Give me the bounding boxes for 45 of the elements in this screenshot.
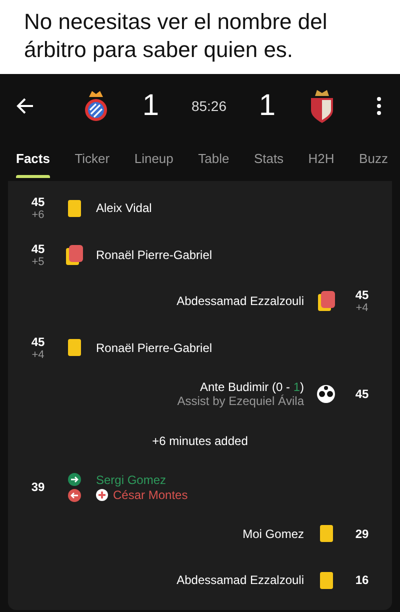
home-score: 1	[142, 89, 160, 123]
striped-crest-icon	[82, 88, 110, 124]
booking-card-icon	[68, 200, 80, 217]
booking-card-icon	[320, 525, 332, 542]
tab[interactable]: Facts	[16, 138, 50, 178]
player-in: Sergi Gomez	[96, 472, 168, 487]
match-clock: 85:26	[191, 98, 227, 114]
meme-caption: No necesitas ver el nombre del árbitro para saber quien es.	[0, 0, 400, 74]
player-out: César Montes	[113, 488, 188, 502]
event-minute: 45	[31, 334, 45, 349]
more-menu-icon[interactable]	[376, 96, 382, 116]
event-minute: 39	[31, 480, 45, 494]
player-name: Abdessamad Ezzalzouli	[176, 294, 305, 308]
assist-text: Assist by Ezequiel Ávila	[177, 394, 304, 408]
added-time: +4	[32, 348, 44, 361]
event-minute: 45	[31, 242, 45, 256]
player-name: Ronaël Pierre-Gabriel	[95, 248, 214, 262]
player-name: Abdessamad Ezzalzouli	[176, 573, 305, 588]
sending-off-cards-icon	[318, 291, 334, 312]
booking-card-icon	[68, 339, 80, 356]
ball-icon	[317, 385, 335, 404]
event-minute: 45	[355, 288, 369, 302]
booking-card-icon	[320, 572, 332, 589]
event-minute: 45	[31, 195, 45, 210]
event-minute: 16	[355, 573, 369, 588]
away-score: 1	[258, 89, 276, 123]
added-time-note: +6 minutes added	[151, 434, 249, 448]
sending-off-cards-icon	[66, 244, 82, 265]
player-name: Ronaël Pierre-Gabriel	[95, 340, 214, 355]
tab[interactable]: Table	[198, 138, 230, 178]
sub-in-icon	[68, 472, 80, 486]
tab[interactable]: Ticker	[74, 138, 110, 178]
event-minute: 29	[355, 526, 369, 541]
event-minute: 45	[355, 387, 369, 402]
goal-scorer: Ante Budimir (0 - 1)	[198, 380, 304, 394]
tab[interactable]: Stats	[254, 138, 284, 178]
tab[interactable]: H2H	[308, 138, 334, 178]
tab[interactable]: Lineup	[134, 138, 174, 178]
added-time: +6	[32, 209, 44, 222]
added-time: +5	[32, 256, 44, 268]
sub-out-icon	[68, 488, 80, 502]
tab[interactable]: Buzz	[359, 138, 388, 178]
added-time: +4	[356, 302, 368, 314]
player-name: Aleix Vidal	[95, 201, 153, 216]
player-name: Moi Gomez	[242, 526, 305, 541]
